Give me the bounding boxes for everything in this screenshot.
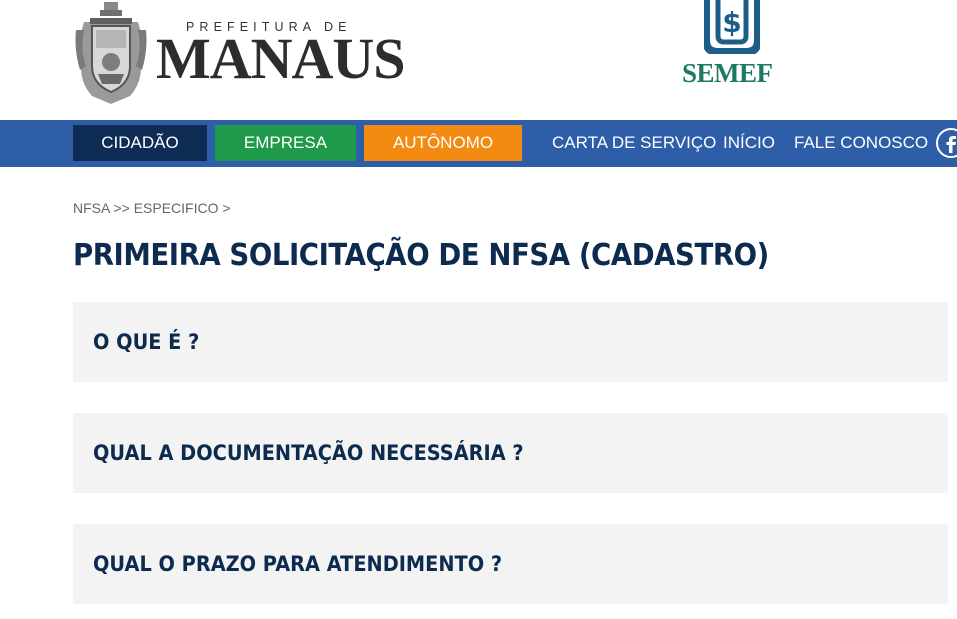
dollar-document-icon[interactable]: $ xyxy=(704,0,760,54)
empresa-button[interactable]: EMPRESA xyxy=(215,125,356,161)
carta-de-servico-link[interactable]: CARTA DE SERVIÇO xyxy=(552,125,716,161)
accordion-label: O QUE É ? xyxy=(93,330,200,354)
page-title: PRIMEIRA SOLICITAÇÃO DE NFSA (CADASTRO) xyxy=(73,238,769,273)
accordion-label: QUAL A DOCUMENTAÇÃO NECESSÁRIA ? xyxy=(93,441,524,465)
accordion-o-que-e[interactable]: O QUE É ? xyxy=(73,302,948,382)
main-navbar: CIDADÃO EMPRESA AUTÔNOMO CARTA DE SERVIÇ… xyxy=(0,120,957,167)
inicio-link[interactable]: INÍCIO xyxy=(723,125,775,161)
manaus-logo-text[interactable]: MANAUS xyxy=(156,30,406,88)
breadcrumb[interactable]: NFSA >> ESPECIFICO > xyxy=(73,200,231,216)
facebook-icon[interactable] xyxy=(935,127,957,159)
fale-conosco-link[interactable]: FALE CONOSCO xyxy=(794,125,928,161)
svg-text:$: $ xyxy=(722,6,741,39)
accordion-prazo[interactable]: QUAL O PRAZO PARA ATENDIMENTO ? xyxy=(73,524,948,604)
site-header: PREFEITURA DE MANAUS $ SEMEF xyxy=(0,0,957,120)
cidadao-button[interactable]: CIDADÃO xyxy=(73,125,207,161)
city-crest-icon[interactable] xyxy=(74,0,148,104)
autonomo-button[interactable]: AUTÔNOMO xyxy=(364,125,522,161)
semef-logo-text[interactable]: SEMEF xyxy=(682,58,773,89)
accordion-label: QUAL O PRAZO PARA ATENDIMENTO ? xyxy=(93,552,503,576)
accordion-documentacao[interactable]: QUAL A DOCUMENTAÇÃO NECESSÁRIA ? xyxy=(73,413,948,493)
